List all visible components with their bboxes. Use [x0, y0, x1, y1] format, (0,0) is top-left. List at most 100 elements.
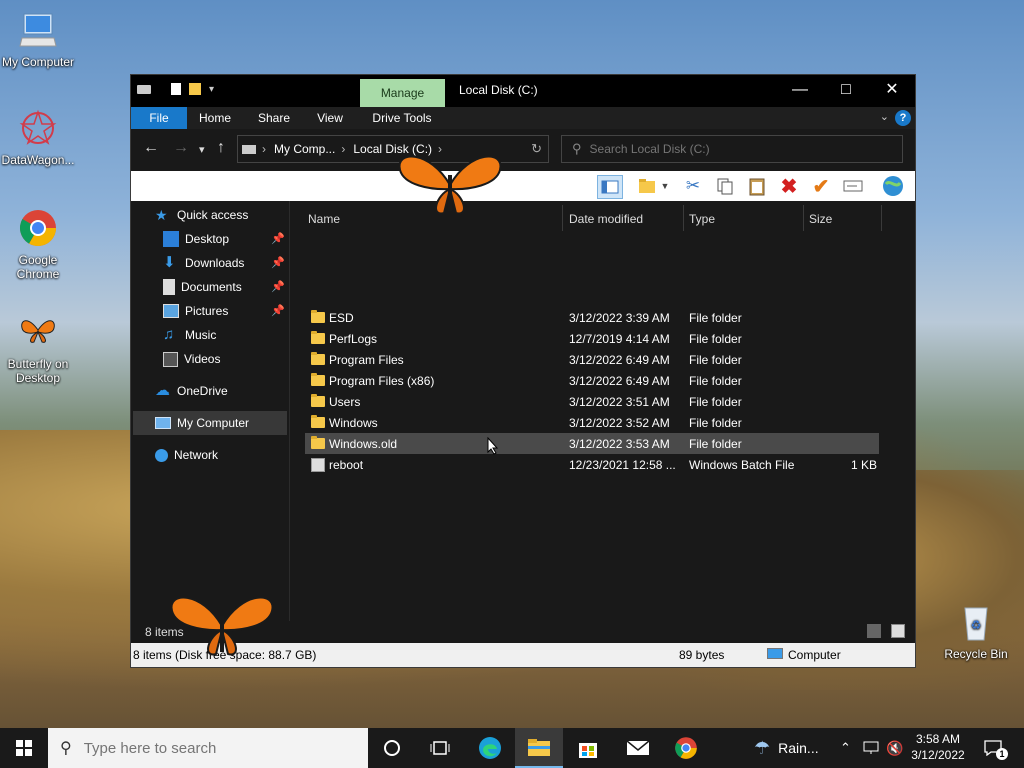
- globe-icon[interactable]: [881, 175, 905, 197]
- nav-pictures[interactable]: Pictures 📌: [163, 299, 287, 323]
- tab-file[interactable]: File: [131, 107, 187, 129]
- notifications-button[interactable]: 1: [984, 728, 1014, 768]
- desktop-icon-recycle-bin[interactable]: ♻ Recycle Bin: [936, 602, 1016, 661]
- tab-view[interactable]: View: [309, 107, 351, 129]
- quick-access-toolbar: ▾: [137, 83, 214, 95]
- desktop-icon-chrome[interactable]: Google Chrome: [0, 208, 76, 281]
- delete-icon[interactable]: ✖: [777, 175, 801, 198]
- cortana-button[interactable]: [368, 728, 416, 768]
- drive-icon[interactable]: [137, 84, 151, 94]
- help-icon[interactable]: ?: [895, 110, 911, 126]
- search-input[interactable]: [587, 141, 882, 157]
- paste-icon[interactable]: [745, 175, 769, 197]
- folder-icon: [311, 310, 325, 323]
- back-arrow-icon[interactable]: ←: [143, 139, 159, 157]
- folder-icon: [528, 739, 550, 756]
- pin-icon[interactable]: 📌: [271, 251, 285, 275]
- nav-documents[interactable]: Documents 📌: [163, 275, 287, 299]
- large-icons-view-icon[interactable]: [891, 624, 905, 638]
- rename-icon[interactable]: [841, 175, 865, 197]
- tab-share[interactable]: Share: [251, 107, 297, 129]
- chevron-right-icon[interactable]: ›: [341, 142, 345, 156]
- network-tray-icon[interactable]: [862, 728, 880, 768]
- mail-button[interactable]: [614, 728, 662, 768]
- store-button[interactable]: [564, 728, 612, 768]
- close-button[interactable]: ✕: [869, 75, 915, 105]
- table-row[interactable]: Program Files (x86) 3/12/2022 6:49 AM Fi…: [305, 370, 879, 391]
- nav-desktop[interactable]: Desktop 📌: [163, 227, 287, 251]
- up-arrow-icon[interactable]: ↑: [217, 139, 225, 157]
- pin-icon[interactable]: 📌: [271, 275, 285, 299]
- refresh-icon[interactable]: ↻: [531, 141, 542, 157]
- chrome-icon: [19, 210, 57, 247]
- forward-arrow-icon[interactable]: →: [173, 139, 189, 157]
- file-date: 3/12/2022 3:39 AM: [569, 310, 670, 325]
- column-header-date[interactable]: Date modified: [569, 207, 643, 231]
- pin-icon[interactable]: 📌: [271, 299, 285, 323]
- column-header-name[interactable]: Name: [308, 207, 340, 231]
- window-title: Local Disk (C:): [459, 83, 538, 97]
- ribbon-tabs: File Home Share View Drive Tools ⌄ ?: [131, 107, 915, 129]
- pin-icon[interactable]: 📌: [271, 227, 285, 251]
- cloud-icon: ☁: [155, 382, 170, 399]
- table-row[interactable]: ESD 3/12/2022 3:39 AM File folder: [305, 307, 879, 328]
- nav-onedrive[interactable]: ☁ OneDrive: [155, 379, 228, 403]
- desktop-icon-my-computer[interactable]: My Computer: [0, 10, 76, 69]
- desktop-icon-butterfly[interactable]: Butterfly on Desktop: [0, 312, 76, 385]
- desktop-icon-datawagon[interactable]: DataWagon...: [0, 108, 76, 167]
- computer-icon: [155, 417, 171, 429]
- nav-network[interactable]: Network: [155, 443, 218, 467]
- nav-videos[interactable]: Videos: [163, 347, 220, 371]
- table-row[interactable]: Program Files 3/12/2022 6:49 AM File fol…: [305, 349, 879, 370]
- chrome-button[interactable]: [662, 728, 710, 768]
- store-icon: [579, 743, 597, 758]
- system-clock[interactable]: 3:58 AM 3/12/2022: [906, 731, 970, 763]
- nav-my-computer[interactable]: My Computer: [133, 411, 287, 435]
- navigation-pane: ★ Quick access Desktop 📌 ⬇ Downloads 📌 D…: [131, 201, 290, 621]
- tab-manage[interactable]: Manage: [360, 79, 445, 107]
- preview-pane-icon[interactable]: [597, 175, 623, 199]
- chevron-right-icon[interactable]: ›: [262, 142, 266, 156]
- weather-widget[interactable]: ☂ Rain...: [754, 728, 819, 768]
- task-view-button[interactable]: [416, 728, 464, 768]
- column-header-size[interactable]: Size: [809, 207, 832, 231]
- table-row[interactable]: Windows.old 3/12/2022 3:53 AM File folde…: [305, 433, 879, 454]
- music-note-icon: ♫: [163, 326, 175, 343]
- file-size: 1 KB: [851, 457, 878, 472]
- file-explorer-button[interactable]: [515, 728, 563, 768]
- search-box[interactable]: ⚲: [561, 135, 903, 163]
- nav-music[interactable]: ♫ Music: [163, 323, 216, 347]
- taskbar-search-input[interactable]: [81, 738, 346, 758]
- start-button[interactable]: [0, 728, 48, 768]
- dropdown-icon[interactable]: ▼: [659, 175, 671, 197]
- clock-date: 3/12/2022: [911, 748, 965, 762]
- column-header-type[interactable]: Type: [689, 207, 715, 231]
- breadcrumb-my-computer[interactable]: My Comp...: [274, 142, 335, 156]
- confirm-icon[interactable]: ✔: [809, 175, 833, 198]
- table-row[interactable]: Users 3/12/2022 3:51 AM File folder: [305, 391, 879, 412]
- chevron-down-icon[interactable]: ⌄: [880, 110, 889, 123]
- copy-icon[interactable]: [713, 175, 737, 197]
- tab-drive-tools[interactable]: Drive Tools: [367, 107, 437, 129]
- qat-dropdown-icon[interactable]: ▾: [209, 84, 214, 95]
- volume-muted-icon[interactable]: 🔇: [886, 728, 903, 768]
- tab-home[interactable]: Home: [193, 107, 237, 129]
- recent-locations-icon[interactable]: ▾: [199, 143, 205, 156]
- download-arrow-icon: ⬇: [163, 254, 176, 271]
- minimize-button[interactable]: —: [777, 75, 823, 105]
- table-row[interactable]: Windows 3/12/2022 3:52 AM File folder: [305, 412, 879, 433]
- new-item-icon[interactable]: [635, 175, 659, 197]
- video-icon: [163, 351, 178, 367]
- table-row[interactable]: reboot 12/23/2021 12:58 ... Windows Batc…: [305, 454, 879, 475]
- table-row[interactable]: PerfLogs 12/7/2019 4:14 AM File folder: [305, 328, 879, 349]
- show-hidden-icons-button[interactable]: ⌃: [840, 728, 851, 768]
- properties-icon[interactable]: [171, 83, 181, 95]
- new-folder-icon[interactable]: [189, 83, 201, 95]
- maximize-button[interactable]: □: [823, 75, 869, 105]
- details-view-icon[interactable]: [867, 624, 881, 638]
- taskbar-search[interactable]: ⚲: [48, 728, 368, 768]
- edge-button[interactable]: [466, 728, 514, 768]
- nav-downloads[interactable]: ⬇ Downloads 📌: [163, 251, 287, 275]
- cut-icon[interactable]: ✂: [681, 175, 705, 197]
- nav-quick-access[interactable]: ★ Quick access: [155, 203, 248, 227]
